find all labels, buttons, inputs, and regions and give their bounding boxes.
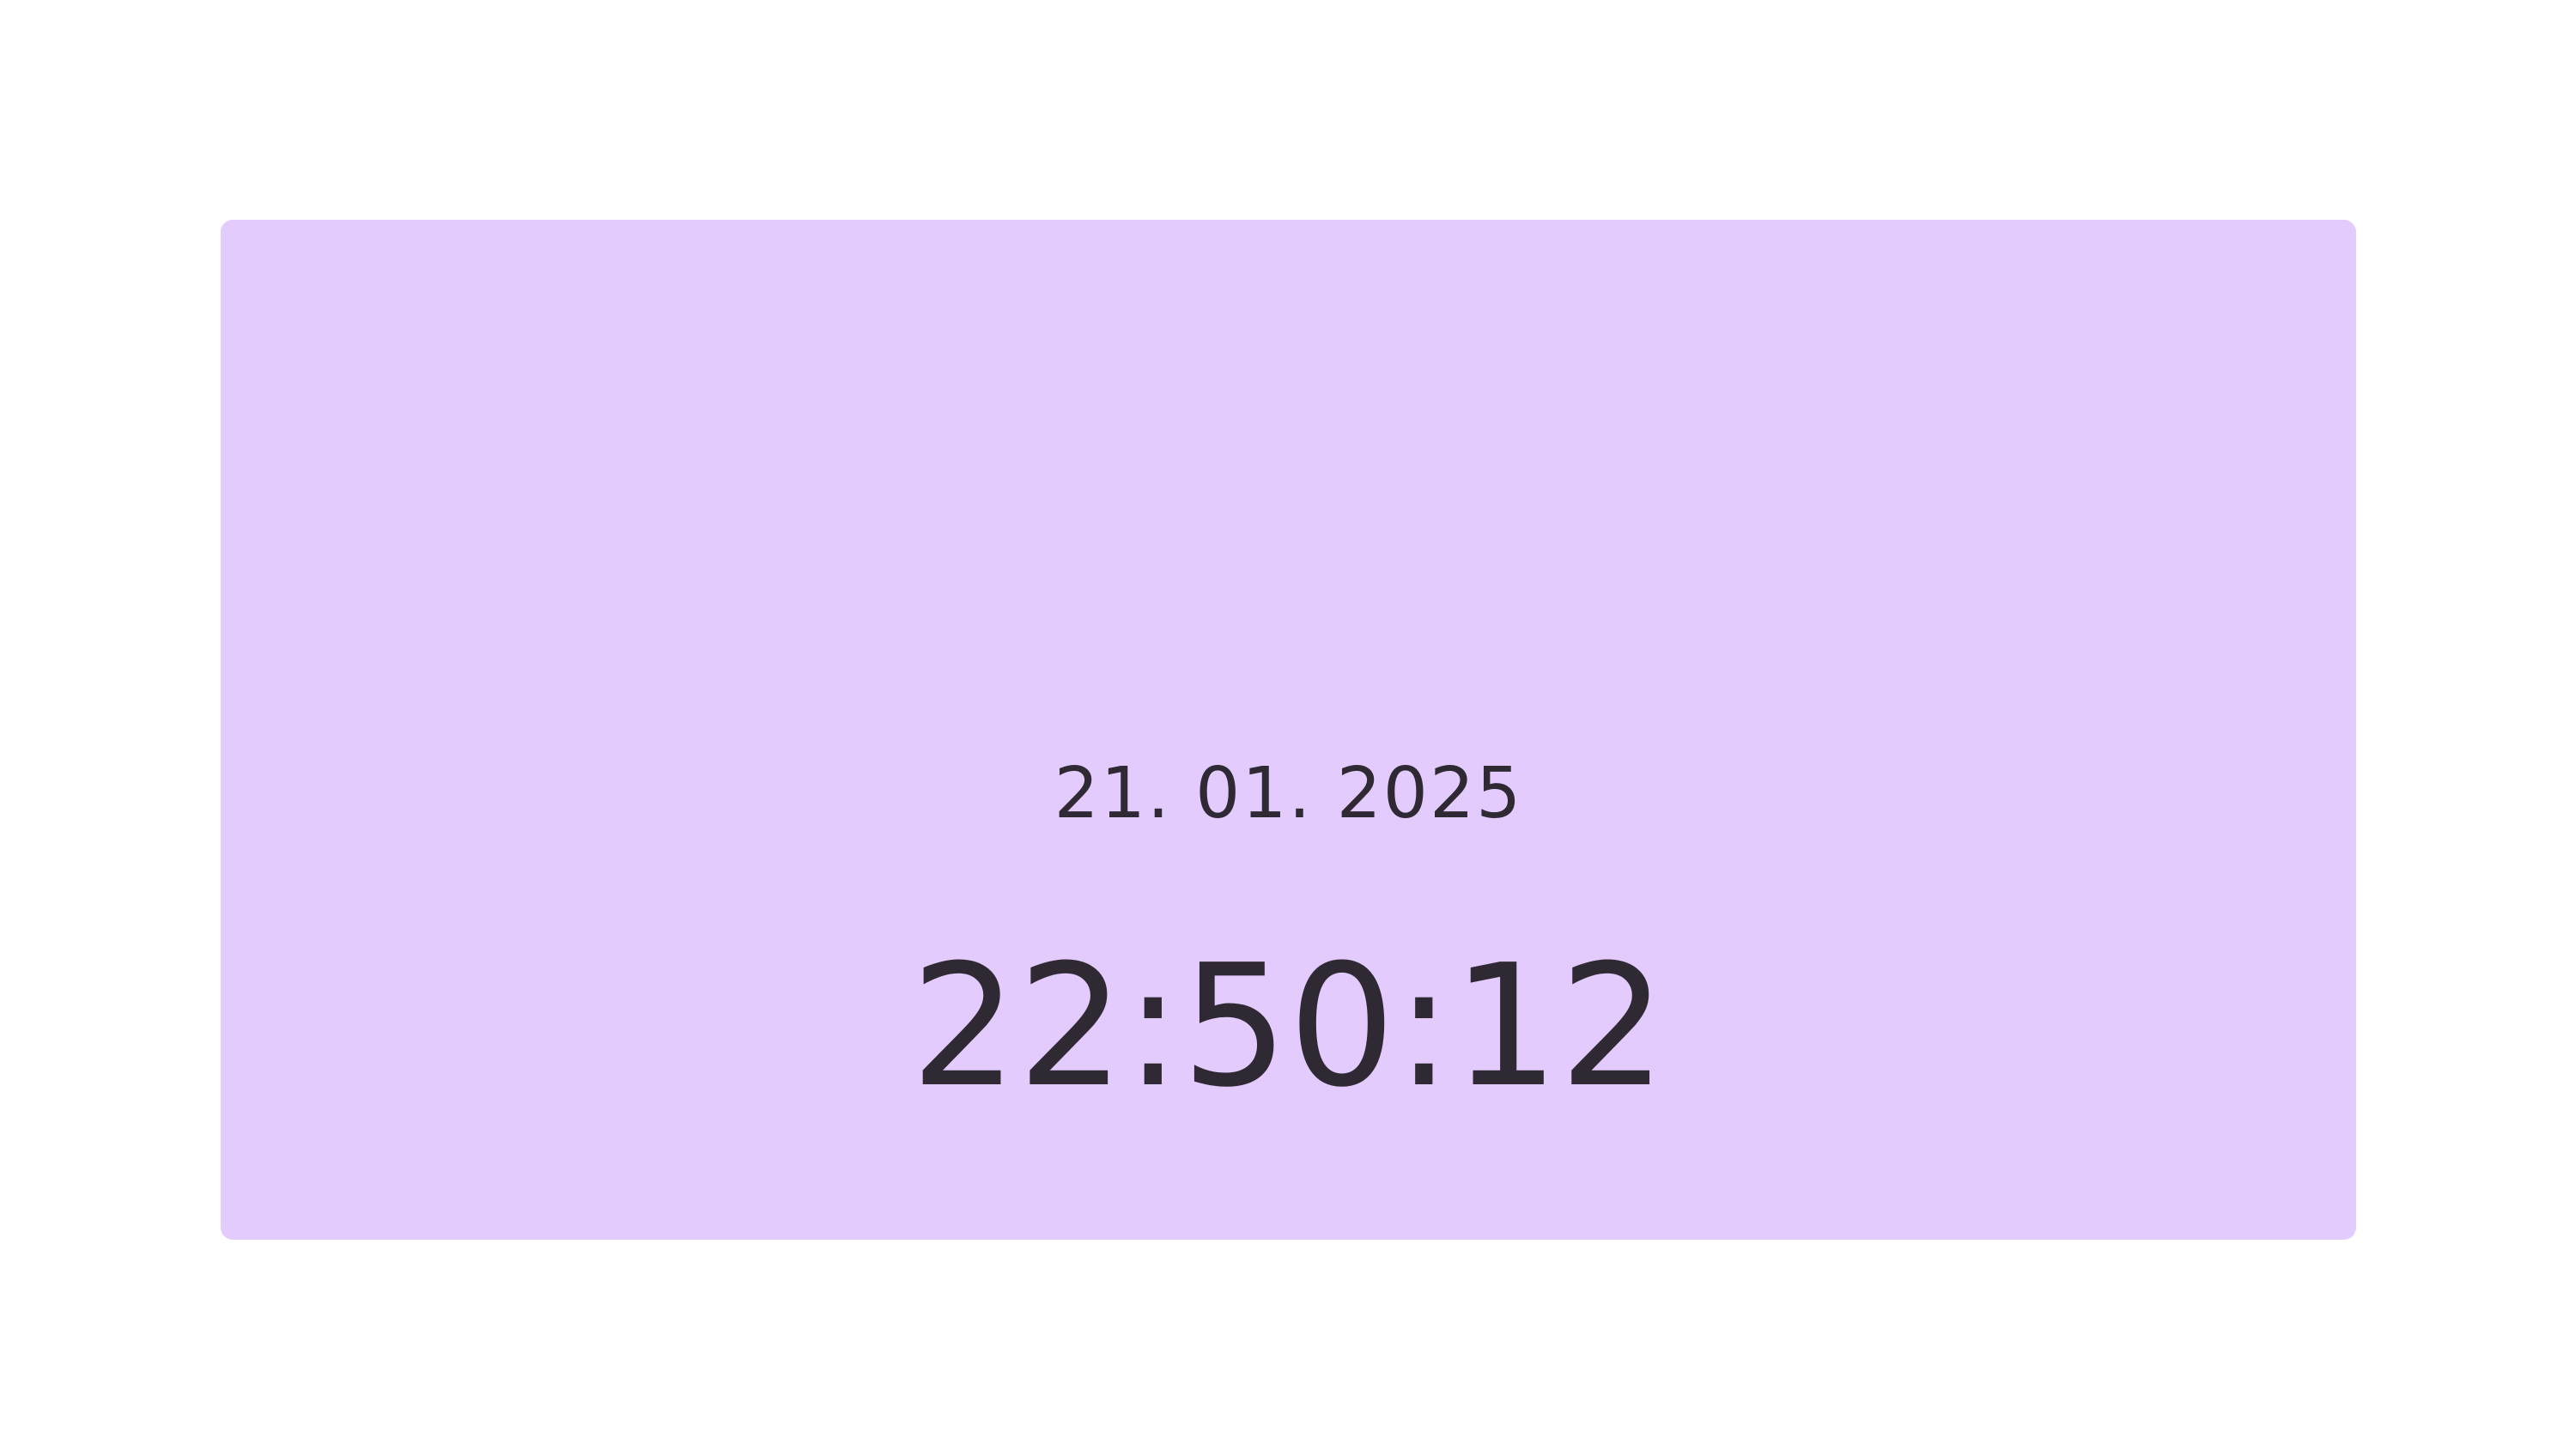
clock-date: 21. 01. 2025 — [1054, 753, 1523, 834]
clock-card: 21. 01. 2025 22:50:12 — [221, 220, 2356, 1240]
clock-time: 22:50:12 — [910, 929, 1667, 1125]
